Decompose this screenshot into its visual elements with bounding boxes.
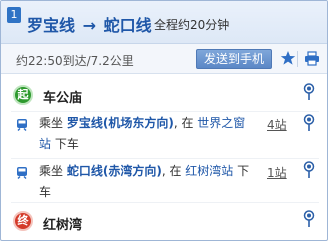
- ride-middle: , 在: [173, 116, 194, 130]
- line-link[interactable]: 蛇口线(赤湾方向): [67, 164, 162, 178]
- arrow-icon: →: [82, 16, 96, 35]
- station-link-cont[interactable]: 站: [39, 137, 51, 151]
- send-to-phone-button[interactable]: 发送到手机: [196, 49, 272, 69]
- summary-bar: 约22:50到达/7.2公里 发送到手机: [1, 44, 327, 74]
- arrival-distance: 约22:50到达/7.2公里: [16, 54, 134, 68]
- bus-icon: [17, 167, 27, 179]
- ride-prefix: 乘坐: [39, 116, 64, 130]
- pin-icon[interactable]: [303, 83, 315, 101]
- print-icon[interactable]: [304, 51, 320, 66]
- from-line: 罗宝线: [27, 16, 76, 35]
- stops-count[interactable]: 4站: [267, 116, 287, 133]
- divider: [297, 51, 298, 67]
- station-link[interactable]: 世界之窗: [197, 116, 245, 130]
- total-time: 全程约20分钟: [154, 18, 230, 32]
- pin-icon[interactable]: [303, 161, 315, 179]
- station-link[interactable]: 红树湾站: [185, 164, 233, 178]
- pin-icon[interactable]: [303, 210, 315, 228]
- to-line: 蛇口线: [103, 16, 152, 35]
- route-number: 1: [7, 7, 21, 23]
- star-icon[interactable]: [280, 50, 296, 66]
- ride-middle: , 在: [161, 164, 182, 178]
- end-stop-name: 红树湾: [43, 218, 83, 233]
- start-stop-name: 车公庙: [43, 91, 83, 106]
- route-card: 1 罗宝线 → 蛇口线 全程约20分钟 约22:50到达/7.2公里 发送到手机…: [0, 0, 328, 241]
- ride-suffix: 下车: [54, 137, 79, 151]
- stops-count[interactable]: 1站: [267, 164, 287, 181]
- step-divider: [11, 202, 319, 203]
- line-link[interactable]: 罗宝线(机场东方向): [67, 116, 174, 130]
- ride-step-1: 乘坐 罗宝线(机场东方向), 在 世界之窗 站 下车: [39, 113, 261, 155]
- pin-icon[interactable]: [303, 114, 315, 132]
- step-divider: [11, 158, 319, 159]
- route-header: 1 罗宝线 → 蛇口线 全程约20分钟: [1, 1, 327, 44]
- bus-icon: [17, 119, 27, 131]
- ride-prefix: 乘坐: [39, 164, 64, 178]
- step-divider: [11, 111, 319, 112]
- start-badge: 起: [13, 85, 33, 105]
- route-title[interactable]: 罗宝线 → 蛇口线: [27, 12, 152, 36]
- end-badge: 终: [13, 211, 33, 231]
- ride-step-2: 乘坐 蛇口线(赤湾方向), 在 红树湾站 下车: [39, 161, 261, 203]
